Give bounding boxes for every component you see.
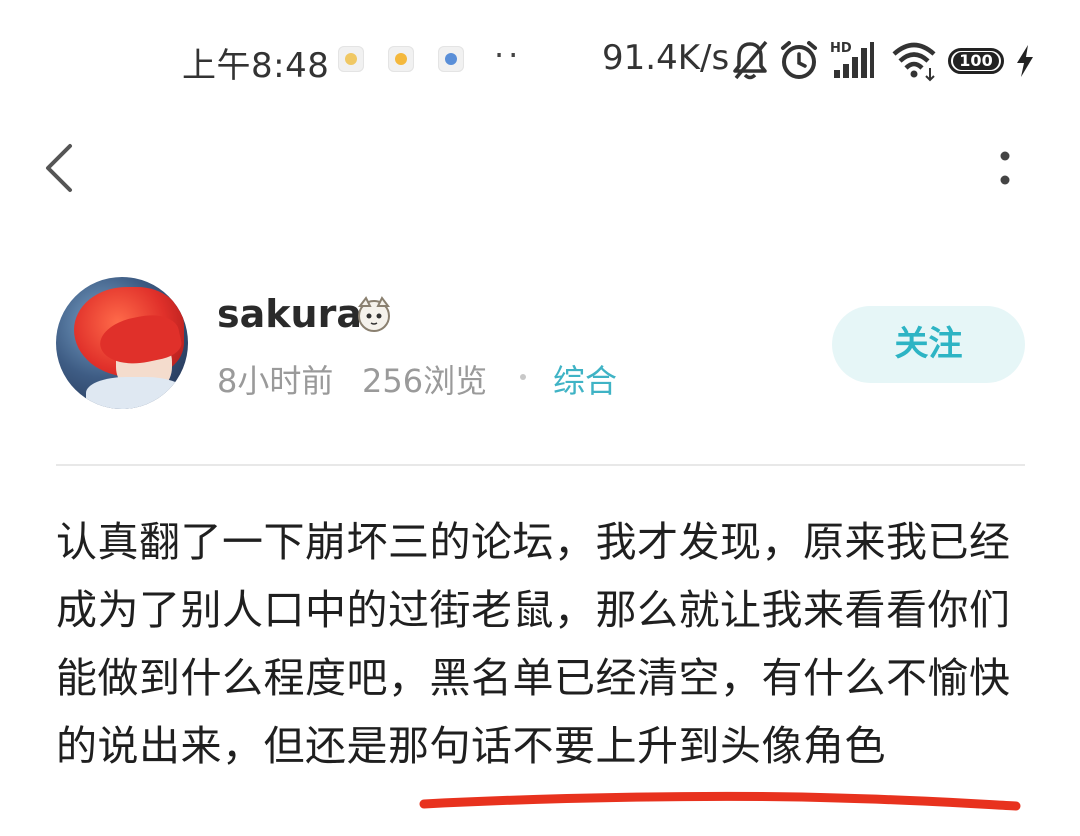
alarm-icon [781, 41, 817, 79]
view-count: 256浏览 [362, 362, 488, 400]
app-notification-icon [438, 46, 464, 72]
avatar[interactable] [56, 277, 188, 409]
battery-icon: 100 [948, 48, 1004, 74]
hd-signal-icon: HD [830, 41, 874, 78]
chevron-left-icon[interactable] [38, 140, 88, 196]
post-time: 8小时前 [217, 362, 334, 400]
app-notification-icon [338, 46, 364, 72]
post-content: 认真翻了一下崩坏三的论坛，我才发现，原来我已经成为了别人口中的过街老鼠，那么就让… [56, 518, 1011, 770]
author-name[interactable]: sakura [217, 292, 362, 336]
meta-separator [520, 374, 526, 380]
divider [56, 464, 1025, 466]
charging-icon [1017, 45, 1033, 77]
status-time: 上午8:48 [182, 46, 330, 86]
status-bar: 上午8:48 ·· 91.4K/s HD 100 [0, 30, 1080, 94]
category-tag[interactable]: 综合 [553, 356, 617, 402]
mute-bell-icon [733, 40, 768, 80]
battery-level: 100 [953, 52, 999, 70]
network-speed: 91.4K/s [602, 38, 730, 78]
follow-button[interactable]: 关注 [832, 306, 1025, 383]
mascot-badge-icon [358, 296, 390, 332]
app-notification-icon [388, 46, 414, 72]
wifi-icon [892, 42, 936, 82]
more-notifications-indicator: ·· [494, 36, 523, 74]
hd-label: HD [830, 41, 852, 56]
red-underline-annotation [419, 791, 1021, 811]
more-vertical-icon[interactable] [990, 148, 1020, 188]
